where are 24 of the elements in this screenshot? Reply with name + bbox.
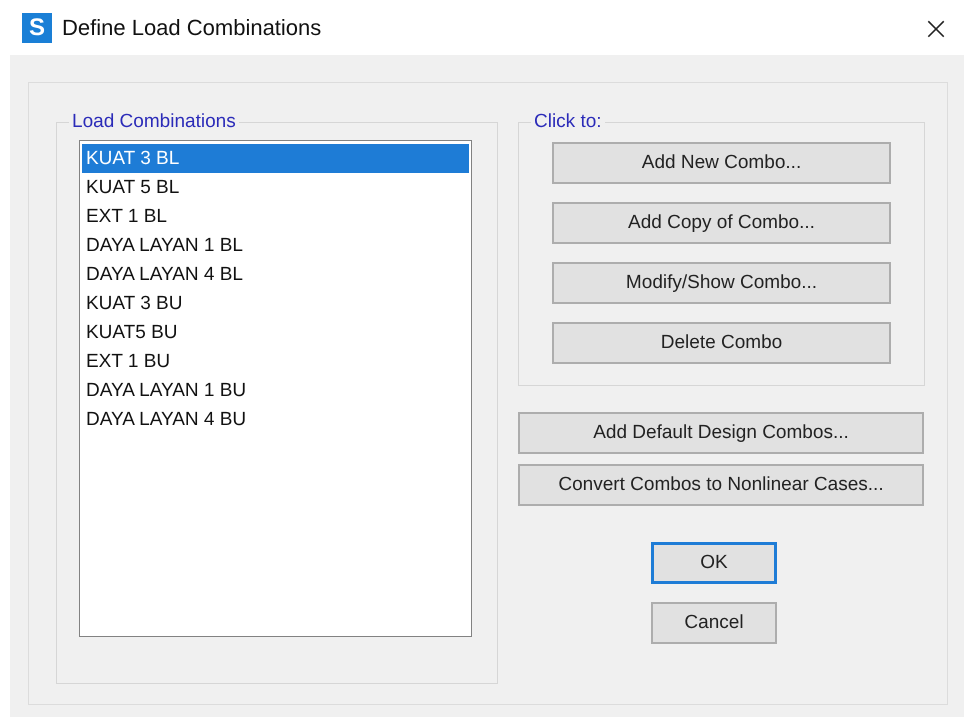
list-item[interactable]: DAYA LAYAN 4 BL [82,260,469,289]
list-item[interactable]: DAYA LAYAN 1 BL [82,231,469,260]
combo-action-button[interactable]: Add New Combo... [552,142,891,184]
list-item[interactable]: DAYA LAYAN 1 BU [82,376,469,405]
combo-action-button[interactable]: Delete Combo [552,322,891,364]
combo-action-button[interactable]: Convert Combos to Nonlinear Cases... [518,464,924,506]
list-item[interactable]: DAYA LAYAN 4 BU [82,405,469,434]
app-logo-icon: S [22,12,52,42]
combo-action-button[interactable]: Add Copy of Combo... [552,202,891,244]
close-button[interactable]: × [916,8,956,48]
list-item[interactable]: KUAT 5 BL [82,173,469,202]
combinations-list[interactable]: KUAT 3 BL KUAT 5 BL EXT 1 BL DAYA LAYAN 1 BL DAYA LAYAN 4 BL KUAT 3 BU KUAT5 BU EXT 1 BU DAYA LAYAN 1 BU DAYA LAYAN 4 BU [79,140,472,637]
list-item[interactable]: KUAT5 BU [82,318,469,347]
combo-action-button[interactable]: Modify/Show Combo... [552,262,891,304]
window-title: Define Load Combinations [62,14,322,40]
list-item[interactable]: KUAT 3 BU [82,289,469,318]
list-item[interactable]: KUAT 3 BL [82,144,469,173]
dialog-button[interactable]: Cancel [651,602,777,644]
list-item[interactable]: EXT 1 BU [82,347,469,376]
dialog-button[interactable]: OK [651,542,777,584]
combo-action-button[interactable]: Add Default Design Combos... [518,412,924,454]
list-item[interactable]: EXT 1 BL [82,202,469,231]
group-label: Click to: [533,111,603,133]
group-label: Load Combinations [71,111,237,133]
